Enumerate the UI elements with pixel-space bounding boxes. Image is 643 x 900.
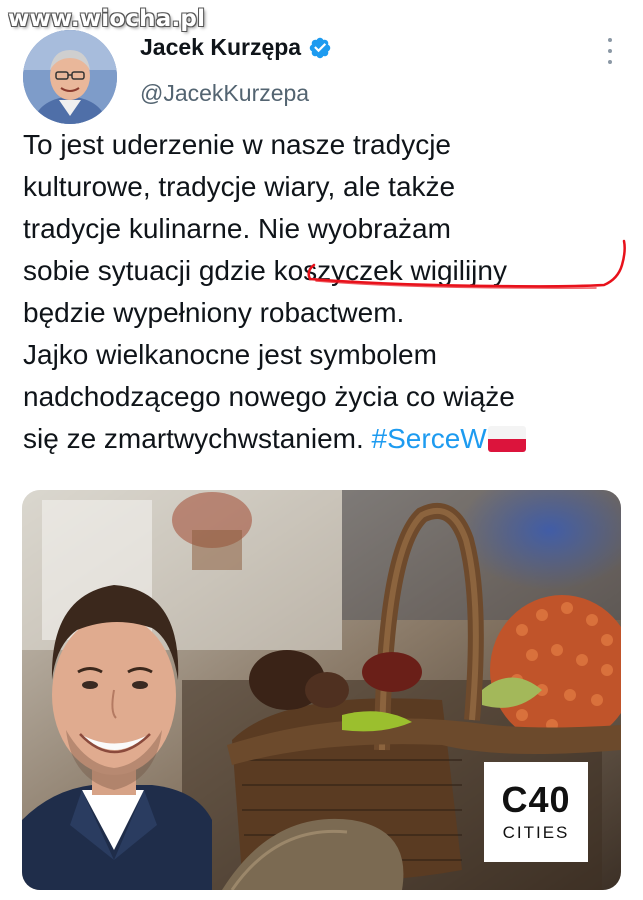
tweet-line: będzie wypełniony robactwem. [23,297,405,328]
avatar[interactable] [23,30,117,124]
tweet-media-image[interactable]: C40 CITIES [22,490,621,890]
tweet-line: Jajko wielkanocne jest symbolem [23,339,437,370]
hashtag-link[interactable]: #SerceW [372,423,487,454]
tweet-line: sobie sytuacji gdzie koszyczek wigilijny [23,250,633,292]
tweet-text: To jest uderzenie w nasze tradycje kultu… [23,124,633,460]
tweet-line: kulturowe, tradycje wiary, ale także [23,171,456,202]
c40-logo-big: C40 [501,779,571,820]
verified-badge-icon [309,37,331,58]
poland-flag-icon [487,426,526,452]
tweet-line-part: sobie sytuacji gdzie [23,255,274,286]
tweet-line: To jest uderzenie w nasze tradycje [23,129,451,160]
more-options-icon[interactable] [607,38,613,64]
tweet-line-part: się ze zmartwychwstaniem. [23,423,372,454]
tweet-line: się ze zmartwychwstaniem. #SerceW [23,418,633,460]
c40-cities-logo: C40 CITIES [484,762,588,862]
c40-logo-small: CITIES [502,823,570,842]
tweet-line: tradycje kulinarne. Nie wyobrażam [23,213,451,244]
author-handle[interactable]: @JacekKurzepa [140,80,309,107]
watermark-logo: www.wiocha.pl [8,6,206,32]
author-name[interactable]: Jacek Kurzępa [140,34,301,61]
highlighted-phrase: koszyczek wigilijny [273,255,507,286]
tweet-line: nadchodzącego nowego życia co wiąże [23,381,515,412]
